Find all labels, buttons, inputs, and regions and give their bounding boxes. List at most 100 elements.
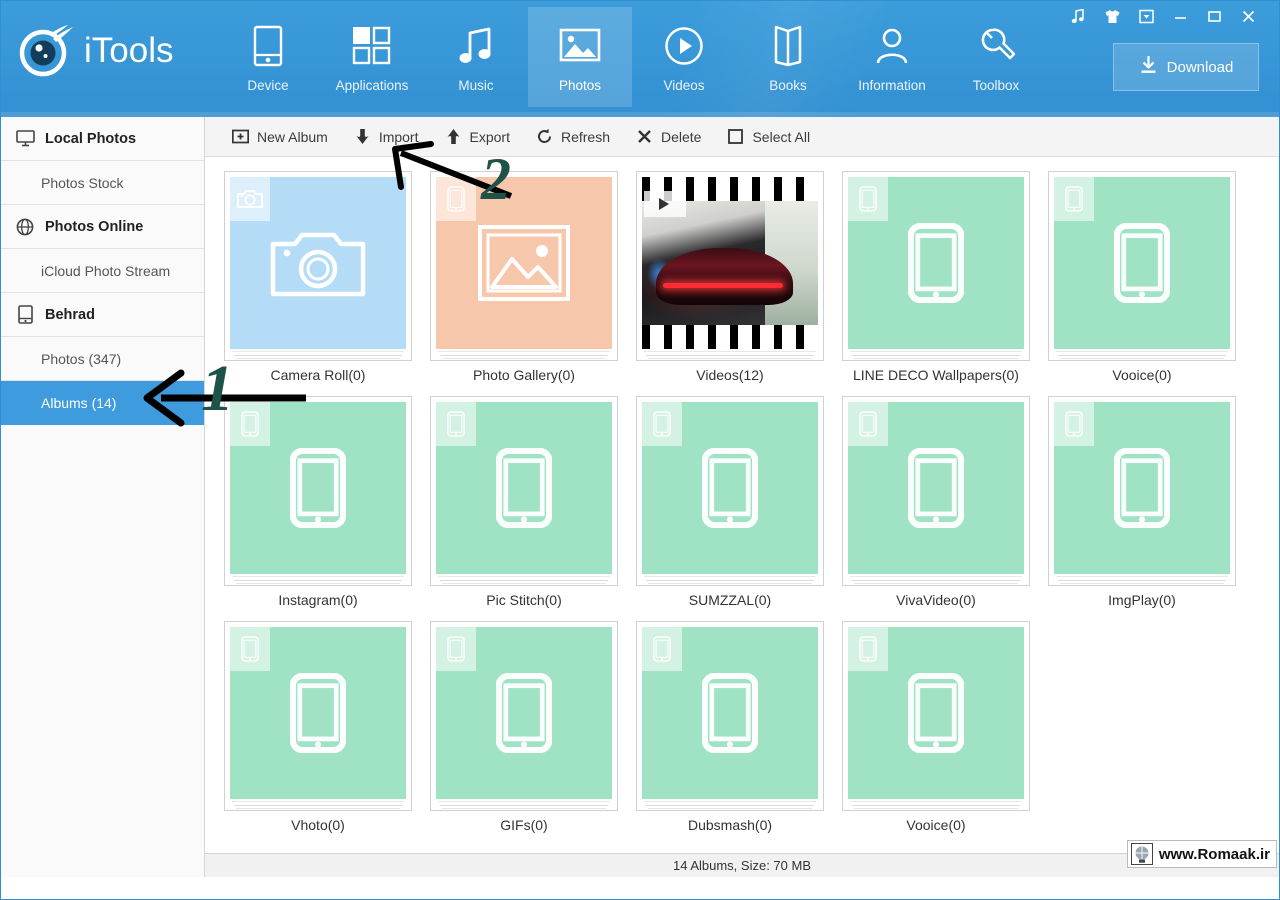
download-button[interactable]: Download	[1113, 43, 1259, 91]
album-stack-effect	[1056, 576, 1228, 585]
menu-dropdown-icon[interactable]	[1129, 3, 1163, 29]
album-cell[interactable]: Photo Gallery(0)	[421, 171, 627, 383]
album-tile[interactable]	[224, 171, 412, 361]
album-badge-icon	[644, 191, 686, 217]
export-icon	[445, 128, 462, 145]
toolbar-button-new-album[interactable]: New Album	[219, 122, 341, 152]
album-cell[interactable]: VivaVideo(0)	[833, 396, 1039, 608]
sidebar-item-albums[interactable]: Albums (14)	[1, 381, 204, 425]
toolbar-button-label: Import	[379, 129, 419, 145]
sidebar-item-photos-online[interactable]: Photos Online	[1, 205, 204, 249]
album-tile[interactable]	[636, 621, 824, 811]
album-stack-effect	[232, 801, 404, 810]
album-tile[interactable]	[636, 396, 824, 586]
album-badge-icon	[642, 402, 682, 446]
watermark-logo-icon	[1131, 843, 1153, 865]
toolbar-button-select-all[interactable]: Select All	[714, 122, 823, 152]
album-tile[interactable]	[636, 171, 824, 361]
album-stack-effect	[644, 576, 816, 585]
album-cell[interactable]: Dubsmash(0)	[627, 621, 833, 833]
status-text: 14 Albums, Size: 70 MB	[673, 858, 811, 873]
album-tile[interactable]	[1048, 396, 1236, 586]
nav-item-books[interactable]: Books	[736, 7, 840, 107]
toolbar-button-import[interactable]: Import	[341, 122, 432, 152]
nav-label: Books	[769, 78, 807, 93]
import-icon	[354, 128, 371, 145]
album-caption: VivaVideo(0)	[833, 592, 1039, 608]
applications-icon	[351, 21, 393, 71]
album-tile[interactable]	[842, 396, 1030, 586]
sidebar-item-behrad[interactable]: Behrad	[1, 293, 204, 337]
album-cell[interactable]: Vooice(0)	[833, 621, 1039, 833]
album-caption: Vooice(0)	[833, 817, 1039, 833]
album-caption: Camera Roll(0)	[215, 367, 421, 383]
album-tile[interactable]	[842, 621, 1030, 811]
album-tile[interactable]	[224, 621, 412, 811]
nav-item-applications[interactable]: Applications	[320, 7, 424, 107]
sidebar-item-label: iCloud Photo Stream	[41, 263, 170, 279]
album-cell[interactable]: Instagram(0)	[215, 396, 421, 608]
toolbar-button-delete[interactable]: Delete	[623, 122, 714, 152]
album-tile[interactable]	[842, 171, 1030, 361]
nav-label: Music	[458, 78, 493, 93]
nav-item-music[interactable]: Music	[424, 7, 528, 107]
album-tile[interactable]	[430, 621, 618, 811]
skin-icon[interactable]	[1095, 3, 1129, 29]
nav-item-photos[interactable]: Photos	[528, 7, 632, 107]
album-thumbnail-video	[642, 177, 818, 349]
nav-item-videos[interactable]: Videos	[632, 7, 736, 107]
album-badge-icon	[436, 627, 476, 671]
album-stack-effect	[438, 351, 610, 360]
album-cell[interactable]: Camera Roll(0)	[215, 171, 421, 383]
album-cell[interactable]: Videos(12)	[627, 171, 833, 383]
itools-eye-logo-icon	[17, 23, 75, 77]
album-stack-effect	[1056, 351, 1228, 360]
album-stack-effect	[850, 576, 1022, 585]
album-badge-icon	[230, 177, 270, 221]
album-tile[interactable]	[430, 396, 618, 586]
album-cell[interactable]: ImgPlay(0)	[1039, 396, 1245, 608]
music-icon[interactable]	[1061, 3, 1095, 29]
album-tile[interactable]	[430, 171, 618, 361]
album-cell[interactable]: Vooice(0)	[1039, 171, 1245, 383]
maximize-icon[interactable]	[1197, 3, 1231, 29]
nav-item-device[interactable]: Device	[216, 7, 320, 107]
album-tile[interactable]	[1048, 171, 1236, 361]
nav-label: Information	[858, 78, 926, 93]
toolbar-button-export[interactable]: Export	[432, 122, 523, 152]
album-cell[interactable]: SUMZZAL(0)	[627, 396, 833, 608]
album-caption: Vooice(0)	[1039, 367, 1245, 383]
album-cell[interactable]: Vhoto(0)	[215, 621, 421, 833]
album-badge-icon	[1054, 177, 1094, 221]
nav-label: Videos	[663, 78, 704, 93]
main-panel: New Album Import	[205, 117, 1279, 877]
album-badge-icon	[642, 627, 682, 671]
album-stack-effect	[232, 351, 404, 360]
sidebar-item-local-photos[interactable]: Local Photos	[1, 117, 204, 161]
nav-item-information[interactable]: Information	[840, 7, 944, 107]
album-cell[interactable]: LINE DECO Wallpapers(0)	[833, 171, 1039, 383]
main-nav: Device Applications	[216, 7, 1048, 107]
album-caption: Dubsmash(0)	[627, 817, 833, 833]
album-stack-effect	[850, 801, 1022, 810]
download-button-label: Download	[1167, 59, 1234, 76]
sidebar-item-photos-stock[interactable]: Photos Stock	[1, 161, 204, 205]
sidebar-item-icloud-photo-stream[interactable]: iCloud Photo Stream	[1, 249, 204, 293]
nav-label: Applications	[336, 78, 409, 93]
minimize-icon[interactable]	[1163, 3, 1197, 29]
sidebar-item-label: Local Photos	[45, 131, 136, 147]
album-cell[interactable]: Pic Stitch(0)	[421, 396, 627, 608]
status-bar: 14 Albums, Size: 70 MB www.Romaak.ir	[205, 853, 1279, 877]
nav-item-toolbox[interactable]: Toolbox	[944, 7, 1048, 107]
close-icon[interactable]	[1231, 3, 1265, 29]
album-tile[interactable]	[224, 396, 412, 586]
album-cell[interactable]: GIFs(0)	[421, 621, 627, 833]
album-badge-icon	[230, 402, 270, 446]
app-header: iTools Device	[1, 1, 1279, 117]
albums-grid-area: Camera Roll(0)Photo Gallery(0)Videos(12)…	[205, 157, 1279, 853]
photos-icon	[558, 21, 602, 71]
toolbar-button-refresh[interactable]: Refresh	[523, 122, 623, 152]
album-badge-icon	[848, 177, 888, 221]
app-title: iTools	[84, 33, 173, 68]
sidebar-item-photos[interactable]: Photos (347)	[1, 337, 204, 381]
